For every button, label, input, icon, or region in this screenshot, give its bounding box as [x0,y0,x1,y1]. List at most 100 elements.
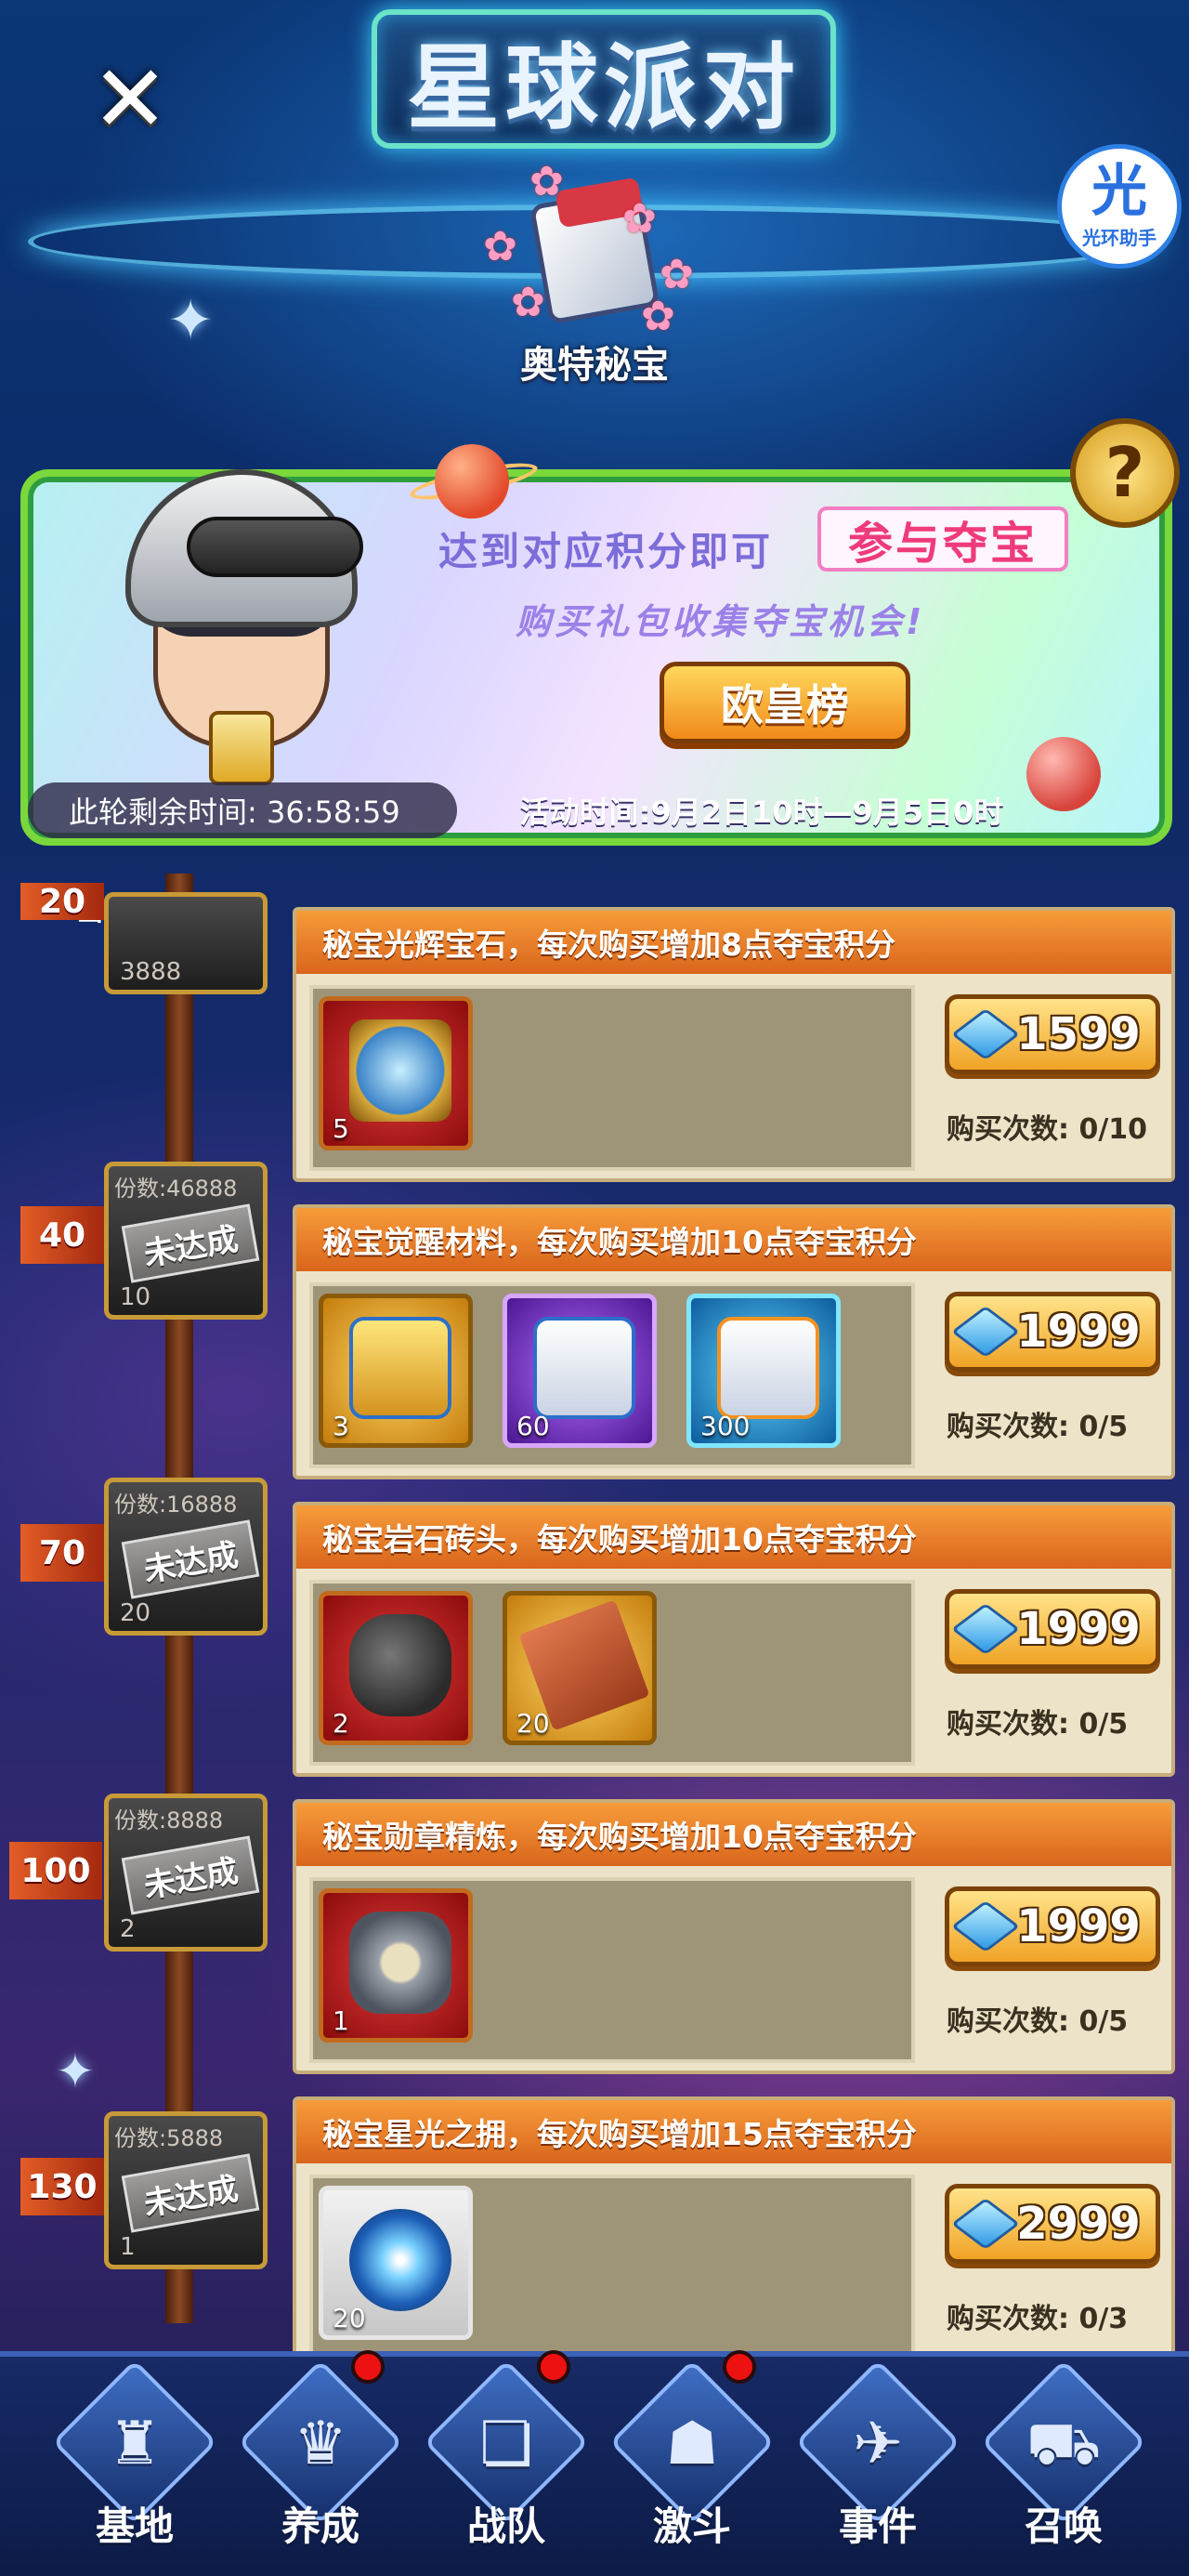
buy-button[interactable]: 1999 [945,1292,1160,1372]
milestone-reward[interactable]: 份数:5888 未达成 1 [104,2111,268,2269]
star-decoration: ✦ [167,288,215,353]
pack-item[interactable]: 1 [319,1888,473,2043]
base-icon: ♜ [108,2410,162,2478]
medal-ore-icon [349,1912,451,2014]
banner-highlight-tag: 参与夺宝 [817,506,1068,572]
milestone-score: 130 [20,2158,104,2215]
help-button[interactable]: ? [1070,418,1180,528]
price: 1999 [1016,1900,1141,1952]
nav-summon[interactable]: ⛟ 召唤 [980,2359,1147,2551]
milestone-count: 份数:8888 [114,1807,224,1833]
milestone-reward[interactable]: 份数:8888 未达成 2 [104,1794,268,1952]
milestone-qty: 1 [120,2233,136,2261]
helper-button[interactable]: 光 光环助手 [1057,144,1182,269]
flower-icon: ✿ [529,158,564,205]
nav-battle[interactable]: ☗ 激斗 [608,2350,776,2551]
buy-button[interactable]: 1599 [945,994,1160,1074]
nav-label: 召唤 [1024,2504,1103,2549]
starlight-fragment-icon [349,2209,451,2311]
nav-label: 事件 [838,2504,917,2549]
helper-icon: 光 [1091,158,1147,224]
develop-icon: ♛ [294,2410,347,2478]
planet-icon [435,444,509,519]
price: 1599 [1016,1008,1141,1060]
purchase-count: 购买次数: 0/5 [947,1708,1129,1741]
chest-label: 奥特秘宝 [520,344,669,387]
close-button[interactable]: ✕ [88,53,172,146]
hero-visor [187,517,363,577]
buy-button[interactable]: 1999 [945,1886,1160,1966]
purchase-count: 购买次数: 0/5 [947,1411,1129,1443]
milestone-qty: 3888 [120,958,182,986]
item-qty: 2 [333,1708,349,1739]
status-stamp: 未达成 [121,2153,260,2233]
pack-item[interactable]: 2 [319,1591,473,1745]
flower-icon: ✿ [660,251,694,298]
nav-label: 战队 [466,2504,545,2549]
milestone-reward[interactable]: 份数:46888 未达成 10 [104,1162,268,1320]
treasure-chest-icon[interactable]: ✿ ✿ ✿ ✿ ✿ ✿ [483,158,706,344]
gem-badge-icon [349,1019,451,1122]
pack-purchase: 1999 购买次数: 0/5 [937,1881,1169,2057]
flower-icon: ✿ [483,223,517,270]
item-qty: 1 [333,2005,349,2036]
purchase-count: 购买次数: 0/10 [947,1113,1148,1146]
buy-button[interactable]: 1999 [945,1589,1160,1669]
price: 2999 [1016,2198,1141,2250]
pack-purchase: 1599 购买次数: 0/10 [937,989,1169,1165]
diamond-icon [951,1900,1021,1952]
gold-chest-icon [349,1317,451,1419]
team-cards-icon: ❏ [479,2410,533,2478]
nav-develop[interactable]: ♛ 养成 [237,2350,404,2551]
pack-title: 秘宝光辉宝石，每次购买增加8点夺宝积分 [296,911,1171,974]
flower-icon: ✿ [511,279,545,326]
pack-card: 秘宝光辉宝石，每次购买增加8点夺宝积分 5 1599 购买次数: 0/10 [293,907,1175,1182]
rock-icon [349,1614,451,1716]
milestone-count: 份数:46888 [114,1176,238,1202]
nav-team[interactable]: ❏ 战队 [423,2350,590,2551]
ranking-button[interactable]: 欧皇榜 [660,662,910,743]
pack-item[interactable]: 5 [319,996,473,1150]
close-icon: ✕ [91,45,169,153]
diamond-icon [951,1008,1021,1060]
flower-icon: ✿ [641,293,675,340]
jet-icon: ✈ [853,2410,903,2478]
diamond-icon [951,1603,1021,1655]
pack-card: 秘宝觉醒材料，每次购买增加10点夺宝积分 3 60 300 1999 购买次数:… [293,1204,1175,1479]
item-qty: 300 [700,1411,751,1441]
nav-events[interactable]: ✈ 事件 [794,2359,961,2551]
pack-title: 秘宝觉醒材料，每次购买增加10点夺宝积分 [296,1208,1171,1271]
remaining-time: 此轮剩余时间: 36:58:59 [28,782,457,838]
milestone-reward[interactable]: 3888 [104,892,268,994]
hero-helmet [125,469,363,627]
buy-button[interactable]: 2999 [945,2184,1160,2264]
price: 1999 [1016,1603,1141,1655]
price: 1999 [1016,1306,1141,1358]
pack-item[interactable]: 60 [503,1294,657,1448]
nav-base[interactable]: ♜ 基地 [51,2359,218,2551]
item-qty: 20 [333,2303,366,2333]
purchase-count: 购买次数: 0/3 [947,2303,1129,2335]
milestone-score: 100 [9,1842,102,1899]
pack-card: 秘宝岩石砖头，每次购买增加10点夺宝积分 2 20 1999 购买次数: 0/5 [293,1502,1175,1777]
milestone-score: 70 [20,1524,104,1582]
pack-item[interactable]: 300 [686,1294,841,1448]
pack-item[interactable]: 20 [503,1591,657,1745]
notification-dot [537,2350,570,2384]
pack-card: 秘宝星光之拥，每次购买增加15点夺宝积分 20 2999 购买次数: 0/3 [293,2096,1175,2372]
status-stamp: 未达成 [121,1519,260,1599]
milestone-reward[interactable]: 份数:16888 未达成 20 [104,1478,268,1636]
pack-item[interactable]: 20 [319,2186,473,2340]
question-icon: ? [1104,433,1145,513]
star-decoration: ✦ [56,2044,95,2098]
pack-item[interactable]: 3 [319,1294,473,1448]
nav-label: 基地 [95,2504,174,2549]
blue-chest-icon [717,1317,819,1419]
milestone-score: 20 [20,883,104,921]
hero-portrait [98,469,385,785]
milestone-qty: 10 [120,1283,151,1311]
pack-title: 秘宝勋章精炼，每次购买增加10点夺宝积分 [296,1803,1171,1866]
cart-icon: ⛟ [1026,2410,1102,2478]
title-plate: 星球派对 [372,9,836,149]
nav-label: 养成 [281,2504,359,2549]
